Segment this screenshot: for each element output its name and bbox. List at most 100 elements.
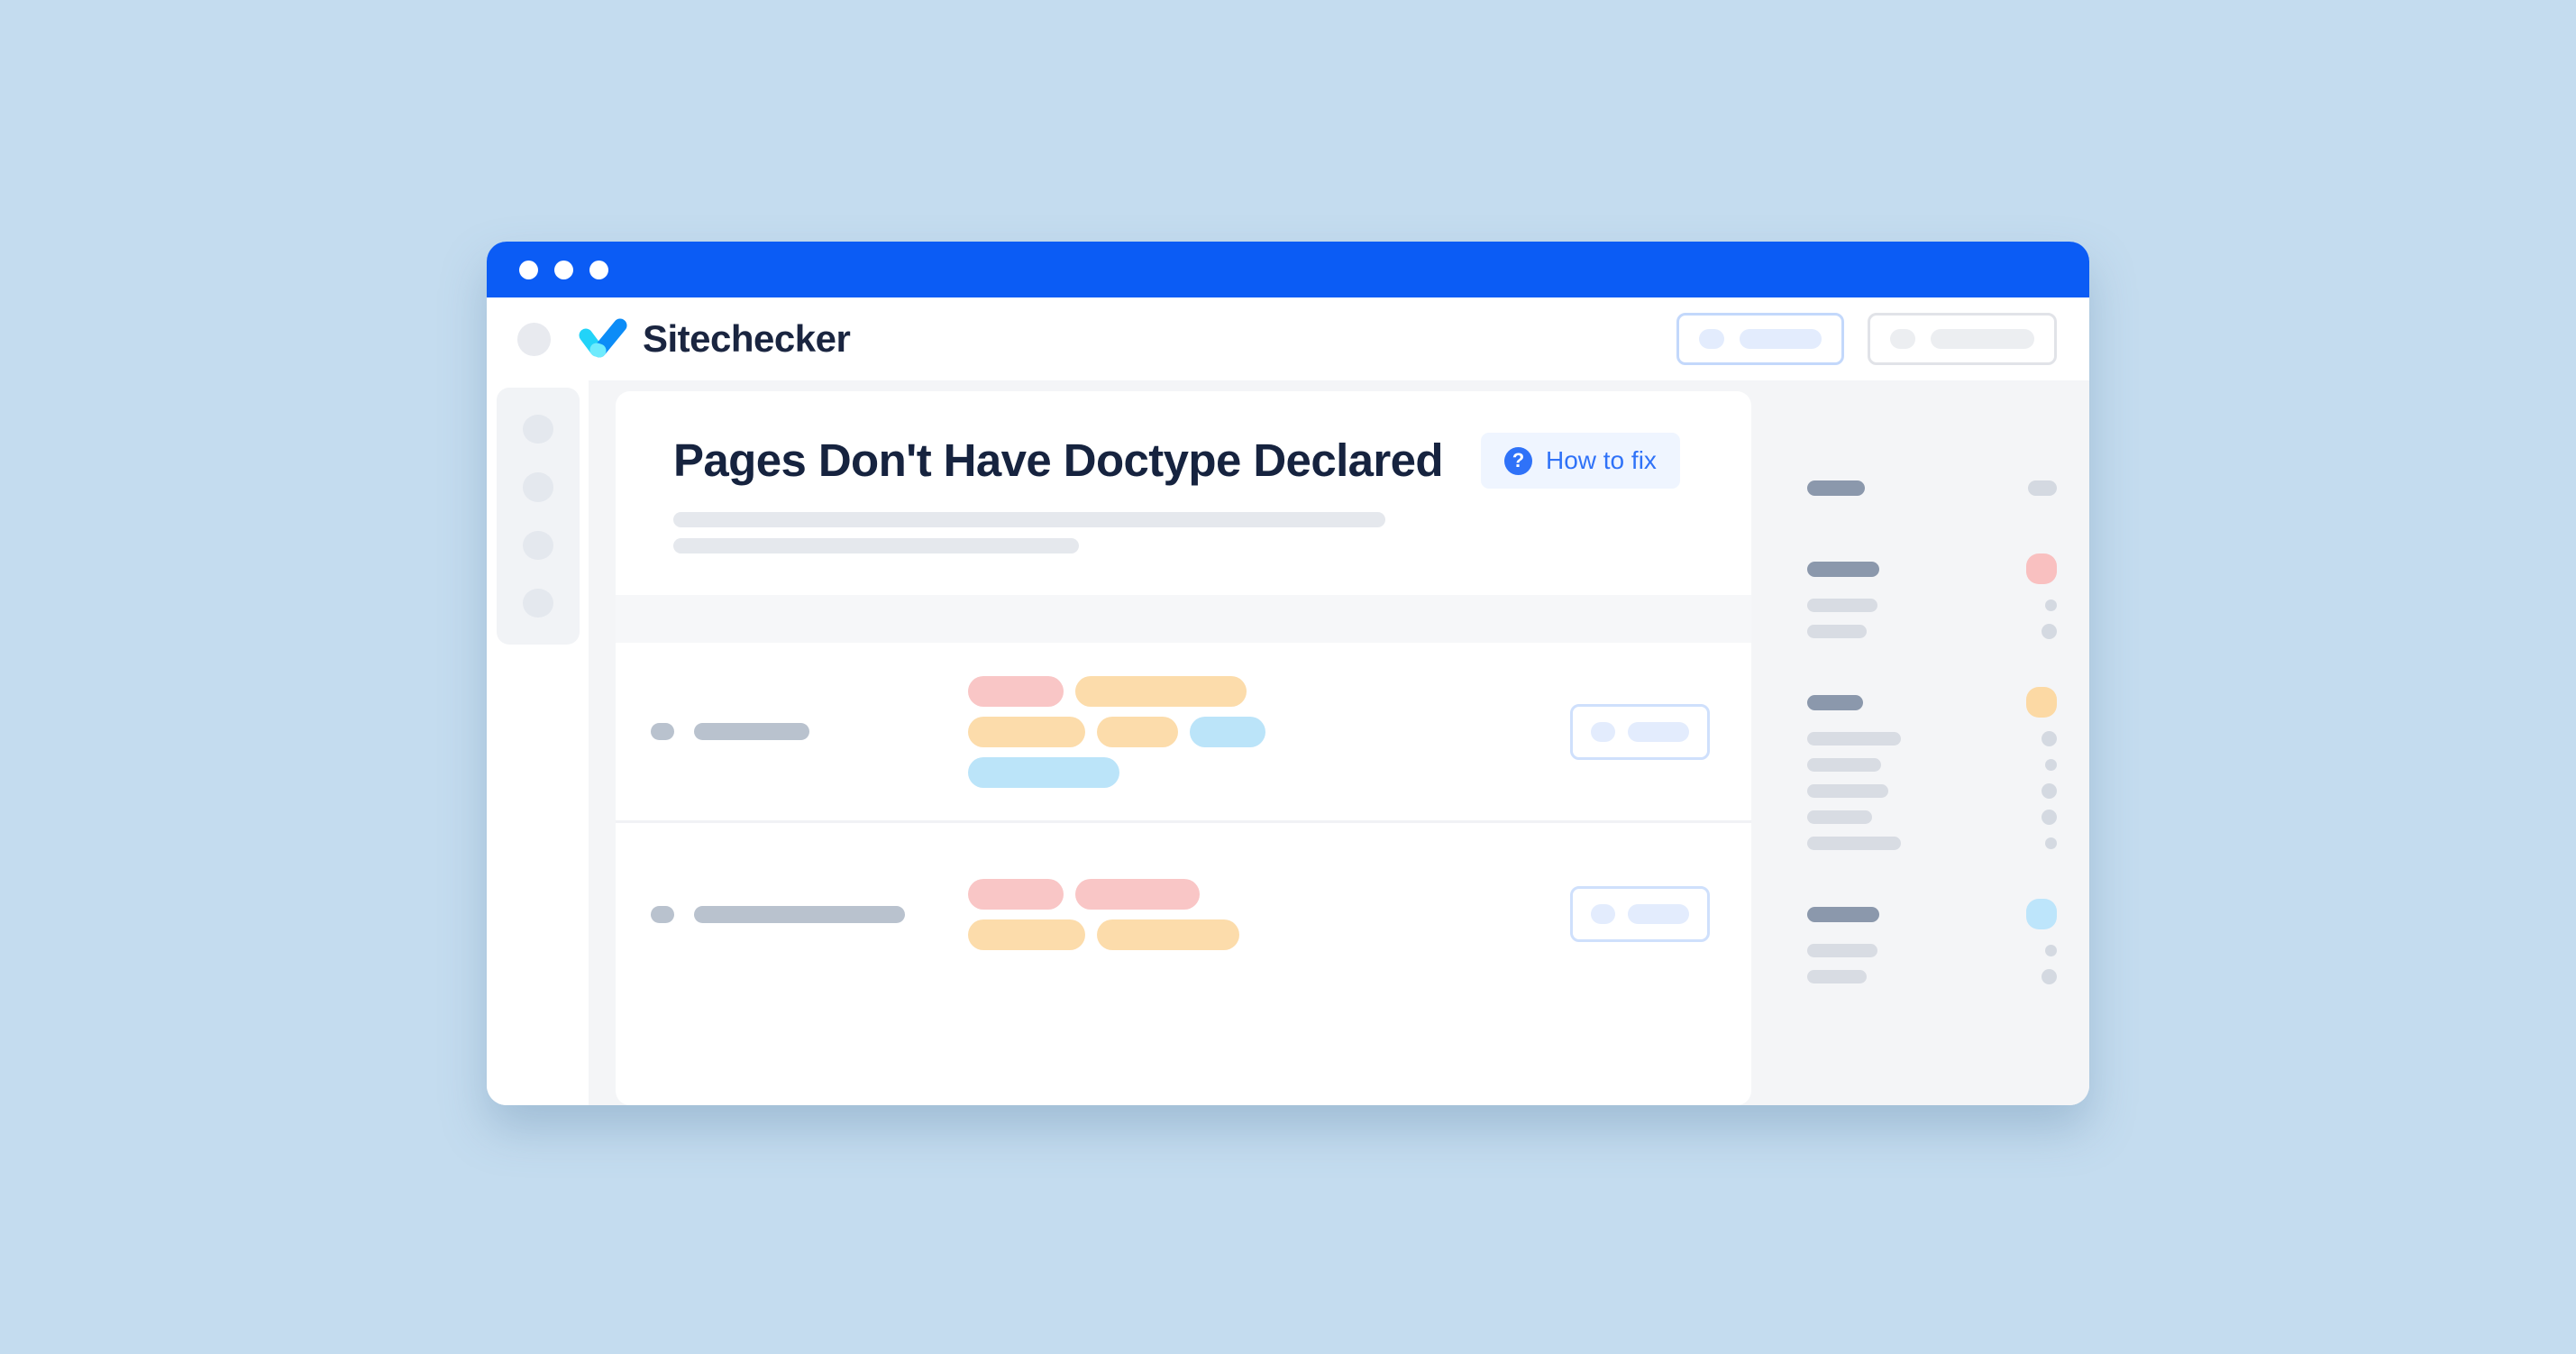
right-sub-label — [1807, 599, 1877, 612]
page-title: Pages Don't Have Doctype Declared — [673, 435, 1444, 487]
placeholder-icon — [1591, 721, 1615, 742]
right-group-header — [1807, 545, 2057, 592]
right-group-badge — [2026, 899, 2057, 929]
tag-pill[interactable] — [968, 878, 1064, 910]
brand[interactable]: Sitechecker — [578, 317, 851, 361]
right-sub-dot — [2045, 945, 2057, 956]
right-sub-item[interactable] — [1807, 830, 2057, 856]
description-line-2 — [673, 538, 1079, 553]
sidebar-item-4[interactable] — [522, 588, 553, 618]
row-index-chip — [651, 723, 674, 740]
right-group-label — [1807, 480, 1865, 496]
tag-pill[interactable] — [1190, 716, 1265, 747]
right-sub-item[interactable] — [1807, 592, 2057, 618]
how-to-fix-label: How to fix — [1545, 446, 1657, 474]
title-row: Pages Don't Have Doctype Declared ? How … — [673, 433, 1708, 489]
left-sidebar-items — [496, 388, 580, 645]
header-actions — [1676, 313, 2057, 365]
right-sub-dot — [2042, 969, 2057, 984]
tag-line — [968, 919, 1543, 950]
tag-pill[interactable] — [1097, 716, 1178, 747]
window-dot-1[interactable] — [519, 260, 538, 279]
table-row[interactable] — [616, 643, 1751, 823]
window-titlebar — [487, 242, 2089, 297]
placeholder-label — [1628, 904, 1689, 924]
right-sub-item[interactable] — [1807, 752, 2057, 778]
menu-toggle-placeholder[interactable] — [517, 322, 551, 356]
row-label — [651, 905, 905, 923]
right-sub-item[interactable] — [1807, 778, 2057, 804]
table-header-band — [616, 595, 1751, 643]
header-primary-button[interactable] — [1676, 313, 1844, 365]
tag-pill[interactable] — [1075, 675, 1247, 707]
row-tags — [968, 878, 1543, 950]
row-title-bar — [694, 905, 905, 923]
row-action-button[interactable] — [1570, 886, 1710, 942]
placeholder-label — [1931, 329, 2034, 349]
right-group-3[interactable] — [1807, 679, 2057, 856]
right-sub-dot — [2045, 837, 2057, 849]
sitechecker-checkmark-logo-icon — [578, 317, 628, 361]
right-group-badge — [2028, 480, 2057, 496]
right-sub-dot — [2042, 731, 2057, 746]
tag-pill[interactable] — [968, 716, 1085, 747]
tag-pill[interactable] — [968, 675, 1064, 707]
right-sidebar — [1778, 380, 2089, 1105]
right-sub-label — [1807, 810, 1872, 824]
right-group-badge — [2026, 553, 2057, 584]
how-to-fix-button[interactable]: ? How to fix — [1480, 433, 1680, 489]
right-sub-dot — [2042, 783, 2057, 799]
app-header: Sitechecker — [487, 297, 2089, 380]
row-tags — [968, 675, 1543, 788]
placeholder-label — [1628, 721, 1689, 742]
window-dot-3[interactable] — [589, 260, 608, 279]
right-group-header — [1807, 464, 2057, 511]
right-sub-label — [1807, 625, 1867, 638]
right-group-label — [1807, 561, 1879, 577]
tag-line — [968, 675, 1543, 707]
tag-line — [968, 756, 1543, 788]
placeholder-label — [1740, 329, 1822, 349]
tag-line — [968, 878, 1543, 910]
browser-window: Sitechecker Pages Don't Have Doctype Dec… — [487, 242, 2089, 1105]
right-sub-dot — [2045, 599, 2057, 611]
table-row[interactable] — [616, 823, 1751, 1005]
right-sub-label — [1807, 837, 1901, 850]
sidebar-item-1[interactable] — [522, 415, 553, 444]
right-group-4[interactable] — [1807, 891, 2057, 990]
description-placeholder — [673, 512, 1708, 553]
right-sub-label — [1807, 970, 1867, 983]
right-sub-item[interactable] — [1807, 618, 2057, 645]
right-sub-item[interactable] — [1807, 964, 2057, 990]
tag-pill[interactable] — [968, 756, 1119, 788]
right-sub-item[interactable] — [1807, 804, 2057, 830]
right-sub-item[interactable] — [1807, 938, 2057, 964]
row-title-bar — [694, 723, 809, 740]
header-secondary-button[interactable] — [1868, 313, 2057, 365]
placeholder-icon — [1699, 329, 1724, 349]
tag-pill[interactable] — [968, 919, 1085, 950]
row-label — [651, 723, 809, 740]
right-group-1[interactable] — [1807, 464, 2057, 511]
right-group-header — [1807, 679, 2057, 726]
row-index-chip — [651, 905, 674, 923]
tag-line — [968, 716, 1543, 747]
right-sub-dot — [2042, 810, 2057, 825]
placeholder-icon — [1591, 904, 1615, 924]
tag-pill[interactable] — [1097, 919, 1239, 950]
left-sidebar — [487, 380, 589, 1105]
right-group-2[interactable] — [1807, 545, 2057, 645]
main-content: Pages Don't Have Doctype Declared ? How … — [589, 380, 1778, 1105]
right-sub-item[interactable] — [1807, 726, 2057, 752]
question-mark-icon: ? — [1503, 446, 1532, 475]
right-sub-label — [1807, 732, 1901, 746]
sidebar-item-2[interactable] — [522, 472, 553, 502]
sidebar-item-3[interactable] — [522, 530, 553, 560]
window-dot-2[interactable] — [554, 260, 573, 279]
row-action-button[interactable] — [1570, 703, 1710, 760]
tag-pill[interactable] — [1075, 878, 1200, 910]
right-sub-label — [1807, 944, 1877, 957]
issue-card: Pages Don't Have Doctype Declared ? How … — [616, 391, 1751, 1105]
